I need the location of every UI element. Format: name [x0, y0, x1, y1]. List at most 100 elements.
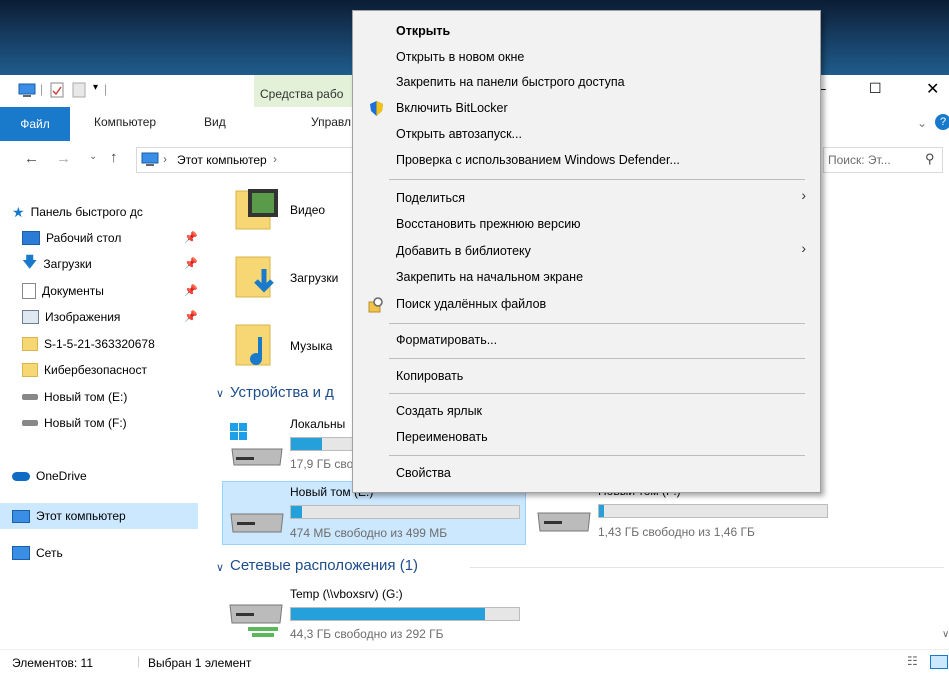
- folder-downloads[interactable]: Загрузки: [234, 251, 364, 305]
- properties-icon[interactable]: [50, 82, 64, 98]
- menu-item-bitlocker[interactable]: Включить BitLocker: [396, 101, 508, 115]
- nav-item-cybersecurity-folder[interactable]: Кибербезопасност: [22, 357, 208, 383]
- group-network-header[interactable]: Сетевые расположения (1): [230, 557, 418, 574]
- menu-item-share[interactable]: Поделиться: [396, 191, 465, 205]
- drive-tools-header: Средства рабо: [254, 75, 354, 107]
- back-icon[interactable]: ←: [24, 150, 39, 167]
- drive-network-g[interactable]: Temp (\\vboxsrv) (G:) 44,3 ГБ свободно и…: [224, 583, 524, 647]
- search-input[interactable]: Поиск: Эт... ⚲: [823, 147, 943, 173]
- details-view-icon[interactable]: ☷: [907, 654, 918, 668]
- breadcrumb-chevron-icon[interactable]: ›: [273, 152, 277, 166]
- pin-icon[interactable]: 📌: [184, 231, 198, 244]
- nav-network[interactable]: Сеть: [12, 540, 63, 566]
- drive-usage-bar: [290, 505, 520, 519]
- drive-free-space: 1,43 ГБ свободно из 1,46 ГБ: [598, 525, 755, 539]
- nav-onedrive[interactable]: OneDrive: [12, 463, 87, 489]
- menu-item-properties[interactable]: Свойства: [396, 466, 451, 480]
- breadcrumb-this-pc[interactable]: Этот компьютер: [177, 153, 267, 167]
- computer-icon: [18, 83, 36, 97]
- nav-item-sid-folder[interactable]: S-1-5-21-363320678: [22, 331, 208, 357]
- nav-item-drive-f[interactable]: Новый том (F:): [22, 410, 127, 436]
- nav-item-label: S-1-5-21-363320678: [44, 337, 155, 351]
- menu-separator: [389, 358, 805, 359]
- menu-separator: [389, 455, 805, 456]
- drive-usage-bar: [598, 504, 828, 518]
- folder-icon: [22, 337, 38, 351]
- menu-item-autoplay[interactable]: Открыть автозапуск...: [396, 127, 522, 141]
- status-selected: Выбран 1 элемент: [148, 656, 252, 670]
- menu-separator: [389, 323, 805, 324]
- group-devices-header[interactable]: Устройства и д: [230, 384, 334, 401]
- nav-item-label: Новый том (F:): [44, 416, 127, 430]
- qat-divider-2: |: [104, 82, 108, 96]
- up-icon[interactable]: ↑: [110, 149, 118, 166]
- help-icon[interactable]: ?: [935, 114, 949, 130]
- tab-view[interactable]: Вид: [204, 115, 226, 129]
- menu-item-pin-start[interactable]: Закрепить на начальном экране: [396, 270, 583, 284]
- folder-label: Видео: [290, 203, 326, 217]
- group-collapse-icon[interactable]: ∨: [216, 561, 224, 574]
- nav-item-label: Новый том (E:): [44, 390, 128, 404]
- drive-free-space: 44,3 ГБ свободно из 292 ГБ: [290, 627, 444, 641]
- nav-item-documents[interactable]: Документы: [22, 278, 104, 304]
- menu-item-defender-scan[interactable]: Проверка с использованием Windows Defend…: [396, 153, 680, 167]
- recent-dropdown-icon[interactable]: ⌄: [89, 151, 97, 162]
- pin-icon[interactable]: 📌: [184, 257, 198, 270]
- new-folder-icon[interactable]: [72, 82, 86, 98]
- menu-item-copy[interactable]: Копировать: [396, 369, 463, 383]
- nav-this-pc[interactable]: Этот компьютер: [0, 503, 198, 529]
- drive-usage-fill: [291, 506, 303, 518]
- computer-icon: [12, 509, 30, 523]
- search-icon[interactable]: ⚲: [925, 151, 935, 167]
- drive-name: Temp (\\vboxsrv) (G:): [290, 587, 403, 601]
- menu-item-open-new-window[interactable]: Открыть в новом окне: [396, 50, 524, 64]
- music-folder-icon: [235, 324, 271, 366]
- drive-icon: [22, 394, 38, 400]
- menu-item-restore-version[interactable]: Восстановить прежнюю версию: [396, 217, 581, 231]
- drive-free-space: 17,9 ГБ сво: [290, 457, 354, 471]
- pin-icon[interactable]: 📌: [184, 310, 198, 323]
- computer-icon: [141, 152, 159, 166]
- nav-quick-access[interactable]: ★ Панель быстрого дс: [12, 199, 143, 225]
- download-arrow-icon: 🡇: [22, 253, 38, 271]
- menu-item-create-shortcut[interactable]: Создать ярлык: [396, 404, 482, 418]
- drive-icon: [22, 420, 38, 426]
- group-divider: [470, 567, 944, 568]
- downloads-folder-icon: [235, 256, 274, 298]
- drive-usage-fill: [291, 608, 485, 620]
- large-icons-view-icon[interactable]: [930, 655, 948, 669]
- menu-item-open[interactable]: Открыть: [396, 24, 450, 38]
- nav-item-desktop[interactable]: Рабочий стол: [22, 225, 121, 251]
- tab-file[interactable]: Файл: [0, 107, 70, 141]
- folder-video[interactable]: Видео: [234, 185, 364, 235]
- nav-item-drive-e[interactable]: Новый том (E:): [22, 384, 127, 410]
- nav-item-label: Кибербезопасност: [44, 363, 147, 377]
- menu-item-format[interactable]: Форматировать...: [396, 333, 497, 347]
- nav-network-label: Сеть: [36, 546, 63, 560]
- menu-item-pin-quick-access[interactable]: Закрепить на панели быстрого доступа: [396, 75, 625, 89]
- recovery-search-icon: [368, 297, 383, 313]
- pin-icon[interactable]: 📌: [184, 284, 198, 297]
- scroll-down-icon[interactable]: ∨: [942, 629, 949, 640]
- group-collapse-icon[interactable]: ∨: [216, 387, 224, 400]
- drive-c[interactable]: Локальны 17,9 ГБ сво: [224, 413, 354, 473]
- nav-quick-access-label: Панель быстрого дс: [30, 205, 143, 219]
- drive-icon: [230, 513, 284, 533]
- close-button[interactable]: ✕: [926, 79, 939, 99]
- folder-music[interactable]: Музыка: [234, 319, 364, 373]
- menu-item-search-deleted[interactable]: Поиск удалённых файлов: [396, 297, 546, 311]
- qat-divider: |: [40, 82, 44, 96]
- menu-item-add-to-library[interactable]: Добавить в библиотеку: [396, 244, 531, 258]
- ribbon-expand-icon[interactable]: ⌄: [917, 116, 927, 130]
- tab-computer[interactable]: Компьютер: [94, 115, 156, 129]
- maximize-button[interactable]: ☐: [869, 80, 882, 97]
- menu-item-rename[interactable]: Переименовать: [396, 430, 488, 444]
- folder-icon: [22, 363, 38, 377]
- qat-dropdown-icon[interactable]: ▾: [93, 82, 98, 93]
- nav-item-downloads[interactable]: 🡇 Загрузки: [22, 251, 92, 277]
- search-placeholder: Поиск: Эт...: [828, 153, 891, 167]
- nav-item-pictures[interactable]: Изображения: [22, 304, 120, 330]
- nav-item-label: Рабочий стол: [46, 231, 122, 245]
- tab-manage[interactable]: Управл: [311, 115, 351, 129]
- forward-icon[interactable]: →: [56, 150, 71, 167]
